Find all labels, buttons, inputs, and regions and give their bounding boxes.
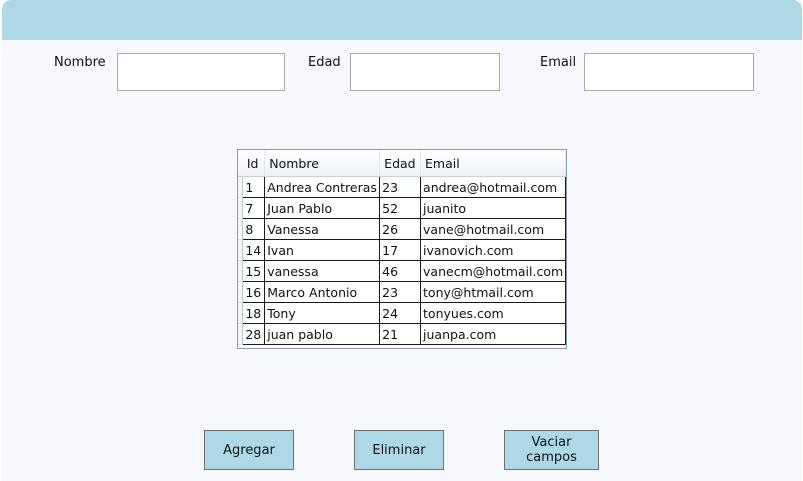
cell-nombre[interactable]: juan pablo (264, 323, 381, 345)
table-row[interactable]: 15 vanessa 46 vanecm@hotmail.com (238, 260, 566, 282)
nombre-label: Nombre (54, 55, 106, 70)
column-header-id[interactable]: Id (242, 150, 266, 177)
table-row[interactable]: 7 Juan Pablo 52 juanito (238, 197, 566, 219)
cell-email[interactable]: andrea@hotmail.com (420, 176, 566, 198)
cell-edad[interactable]: 52 (379, 197, 422, 219)
table-row[interactable]: 8 Vanessa 26 vane@hotmail.com (238, 218, 566, 240)
cell-id[interactable]: 18 (242, 302, 266, 324)
cell-email[interactable]: juanpa.com (420, 323, 566, 345)
cell-nombre[interactable]: Tony (264, 302, 381, 324)
column-header-edad[interactable]: Edad (379, 150, 422, 177)
cell-edad[interactable]: 46 (379, 260, 422, 282)
column-header-nombre[interactable]: Nombre (264, 150, 381, 177)
cell-email[interactable]: vane@hotmail.com (420, 218, 566, 240)
email-label: Email (540, 55, 577, 70)
cell-nombre[interactable]: vanessa (264, 260, 381, 282)
cell-email[interactable]: ivanovich.com (420, 239, 566, 261)
data-grid[interactable]: Id Nombre Edad Email 1 Andrea Contreras … (237, 149, 567, 349)
cell-edad[interactable]: 26 (379, 218, 422, 240)
cell-nombre[interactable]: Marco Antonio (264, 281, 381, 303)
cell-email[interactable]: tony@htmail.com (420, 281, 566, 303)
vaciar-campos-button[interactable]: Vaciar campos (504, 430, 599, 470)
cell-edad[interactable]: 21 (379, 323, 422, 345)
cell-id[interactable]: 28 (242, 323, 266, 345)
cell-edad[interactable]: 23 (379, 176, 422, 198)
agregar-button[interactable]: Agregar (204, 430, 294, 470)
table-row[interactable]: 18 Tony 24 tonyues.com (238, 302, 566, 324)
cell-email[interactable]: tonyues.com (420, 302, 566, 324)
cell-edad[interactable]: 23 (379, 281, 422, 303)
cell-nombre[interactable]: Andrea Contreras (264, 176, 381, 198)
cell-email[interactable]: vanecm@hotmail.com (420, 260, 566, 282)
table-row[interactable]: 28 juan pablo 21 juanpa.com (238, 323, 566, 345)
edad-label: Edad (308, 55, 341, 70)
table-row[interactable]: 16 Marco Antonio 23 tony@htmail.com (238, 281, 566, 303)
cell-id[interactable]: 1 (242, 176, 266, 198)
edad-input[interactable] (350, 53, 500, 91)
cell-edad[interactable]: 24 (379, 302, 422, 324)
data-grid-table: Id Nombre Edad Email 1 Andrea Contreras … (238, 150, 566, 345)
eliminar-button[interactable]: Eliminar (354, 430, 444, 470)
cell-edad[interactable]: 17 (379, 239, 422, 261)
email-input[interactable] (584, 53, 754, 91)
cell-id[interactable]: 16 (242, 281, 266, 303)
app-window: Nombre Edad Email Id Nombre Edad Email 1… (2, 0, 802, 481)
grid-header-row: Id Nombre Edad Email (238, 150, 566, 177)
title-bar[interactable] (2, 0, 802, 40)
cell-id[interactable]: 8 (242, 218, 266, 240)
cell-nombre[interactable]: Juan Pablo (264, 197, 381, 219)
cell-nombre[interactable]: Vanessa (264, 218, 381, 240)
column-header-email[interactable]: Email (420, 150, 566, 177)
cell-id[interactable]: 7 (242, 197, 266, 219)
cell-email[interactable]: juanito (420, 197, 566, 219)
cell-nombre[interactable]: Ivan (264, 239, 381, 261)
table-row[interactable]: 14 Ivan 17 ivanovich.com (238, 239, 566, 261)
table-row[interactable]: 1 Andrea Contreras 23 andrea@hotmail.com (238, 176, 566, 198)
cell-id[interactable]: 15 (242, 260, 266, 282)
cell-id[interactable]: 14 (242, 239, 266, 261)
nombre-input[interactable] (117, 53, 285, 91)
